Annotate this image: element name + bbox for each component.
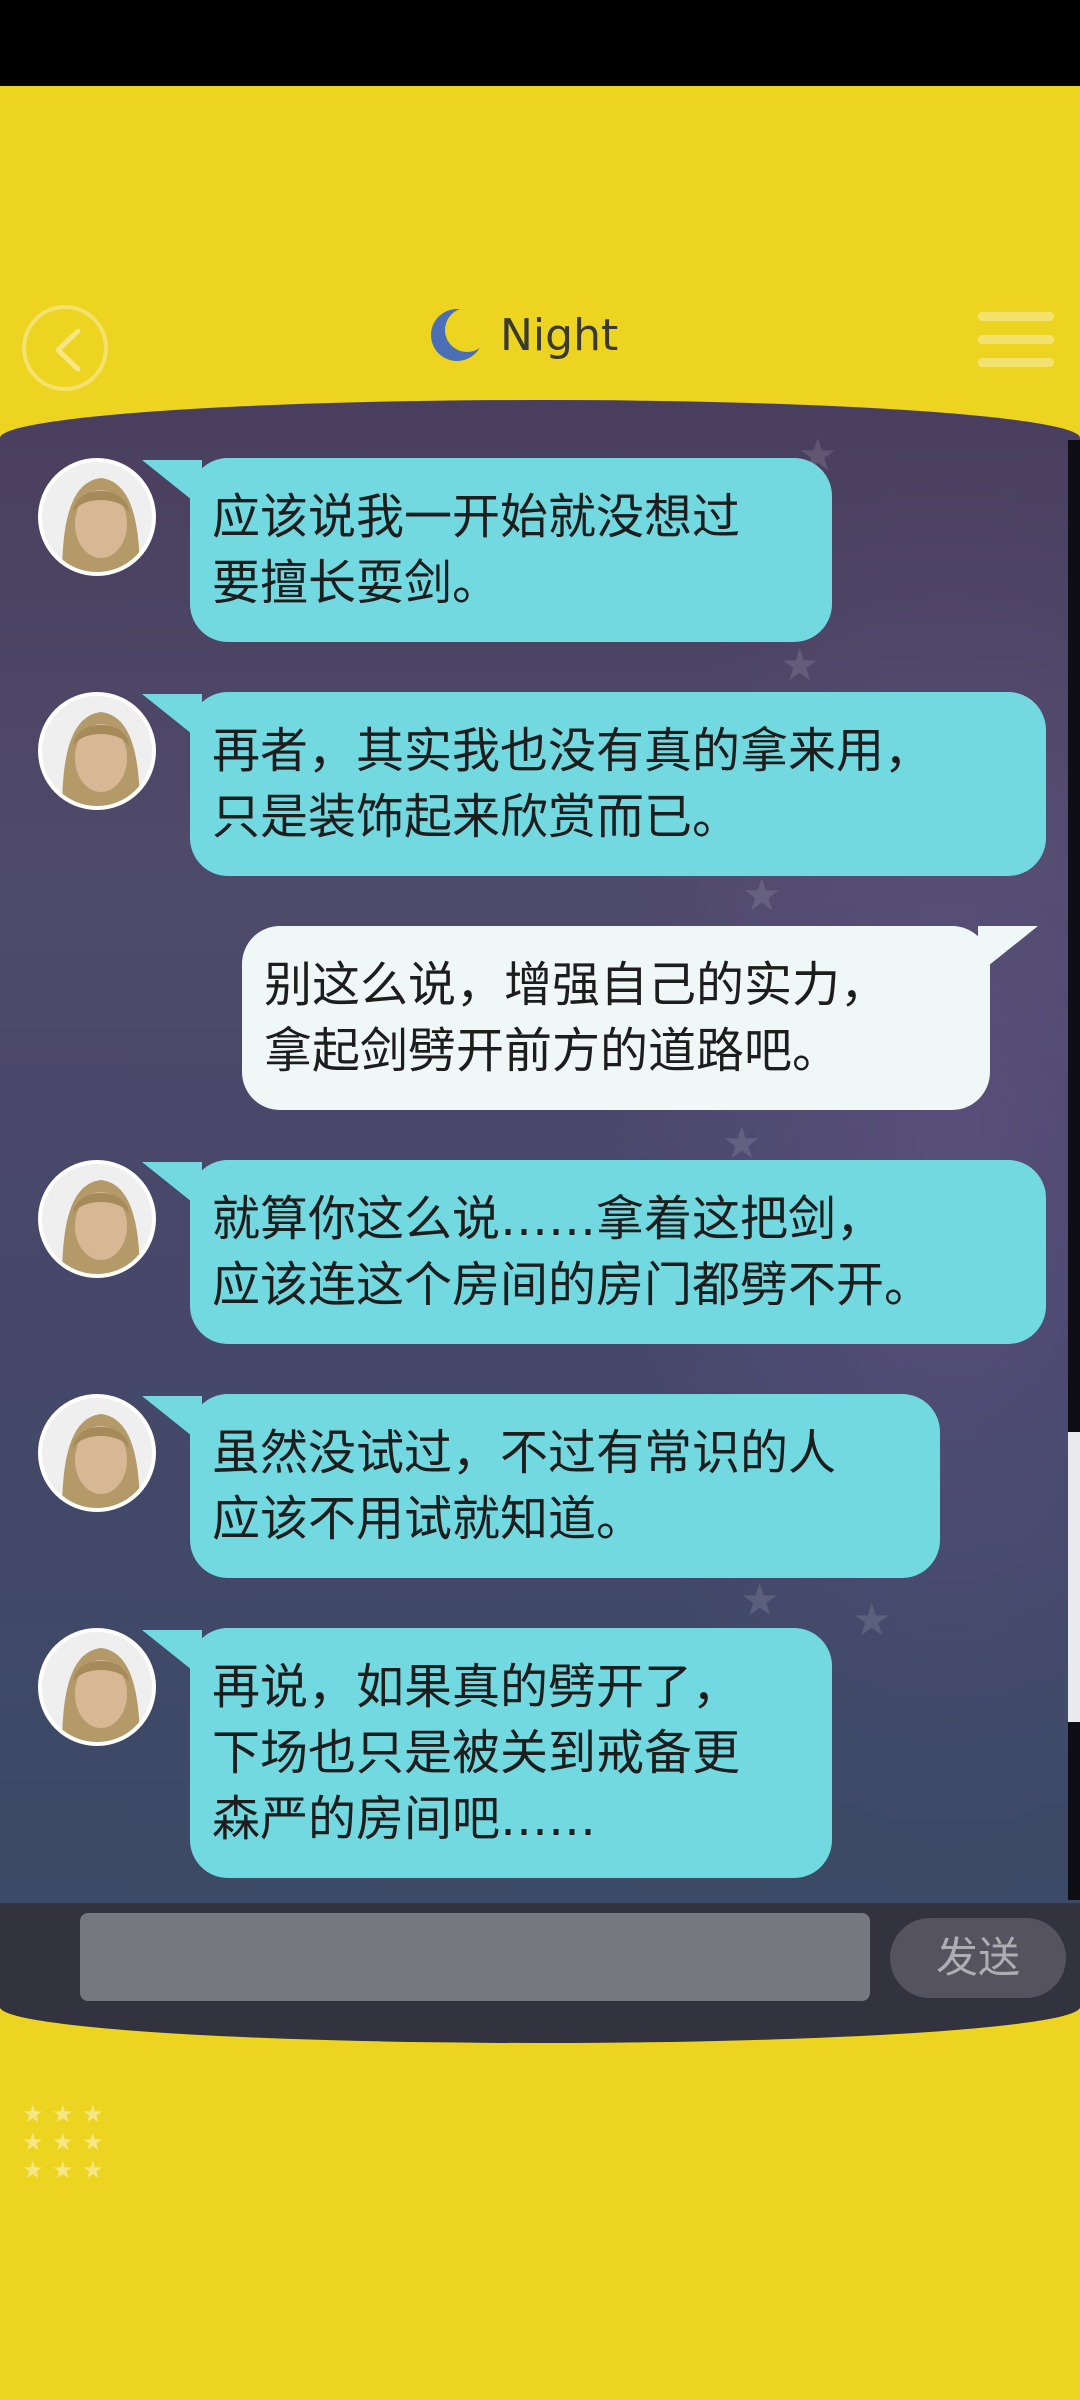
send-button[interactable]: 发送 (890, 1918, 1066, 1998)
screen-edge-highlight (1068, 1432, 1080, 1722)
star-decoration: ★ (740, 1575, 780, 1626)
star-decoration: ★ (780, 640, 820, 691)
star-decoration: ★ (742, 870, 782, 921)
avatar[interactable] (38, 692, 156, 810)
avatar[interactable] (38, 458, 156, 576)
message-bubble-incoming[interactable]: 再说，如果真的劈开了， 下场也只是被关到戒备更 森严的房间吧…… (190, 1628, 832, 1878)
avatar[interactable] (38, 1160, 156, 1278)
message-input[interactable] (80, 1913, 870, 2001)
svg-text:★: ★ (22, 2128, 44, 2156)
message-bubble-incoming[interactable]: 应该说我一开始就没想过 要擅长耍剑。 (190, 458, 832, 642)
message-bubble-incoming[interactable]: 再者，其实我也没有真的拿来用， 只是装饰起来欣赏而已。 (190, 692, 1046, 876)
svg-text:★: ★ (52, 2128, 74, 2156)
chevron-left-icon (55, 328, 81, 372)
header-title-group: Night (430, 300, 618, 370)
svg-text:★: ★ (82, 2128, 104, 2156)
svg-text:★: ★ (82, 2100, 104, 2128)
svg-text:★: ★ (52, 2100, 74, 2128)
svg-text:★: ★ (22, 2100, 44, 2128)
hamburger-icon (978, 312, 1054, 321)
message-bubble-incoming[interactable]: 虽然没试过，不过有常识的人 应该不用试就知道。 (190, 1394, 940, 1578)
svg-text:★: ★ (22, 2156, 44, 2184)
svg-text:★: ★ (82, 2156, 104, 2184)
avatar[interactable] (38, 1394, 156, 1512)
moon-icon (431, 308, 484, 361)
avatar[interactable] (38, 1628, 156, 1746)
message-bubble-outgoing[interactable]: 别这么说，增强自己的实力， 拿起剑劈开前方的道路吧。 (242, 926, 990, 1110)
star-decoration: ★ (852, 1595, 892, 1646)
keypad-grid-icon[interactable]: ★ ★ ★ ★ ★ ★ ★ ★ ★ (22, 2098, 112, 2184)
header (0, 86, 1080, 446)
svg-text:★: ★ (52, 2156, 74, 2184)
page-title: Night (500, 309, 619, 361)
message-bubble-incoming[interactable]: 就算你这么说……拿着这把剑， 应该连这个房间的房门都劈不开。 (190, 1160, 1046, 1344)
menu-button[interactable] (978, 312, 1054, 376)
status-bar (0, 0, 1080, 86)
back-button[interactable] (22, 305, 108, 391)
